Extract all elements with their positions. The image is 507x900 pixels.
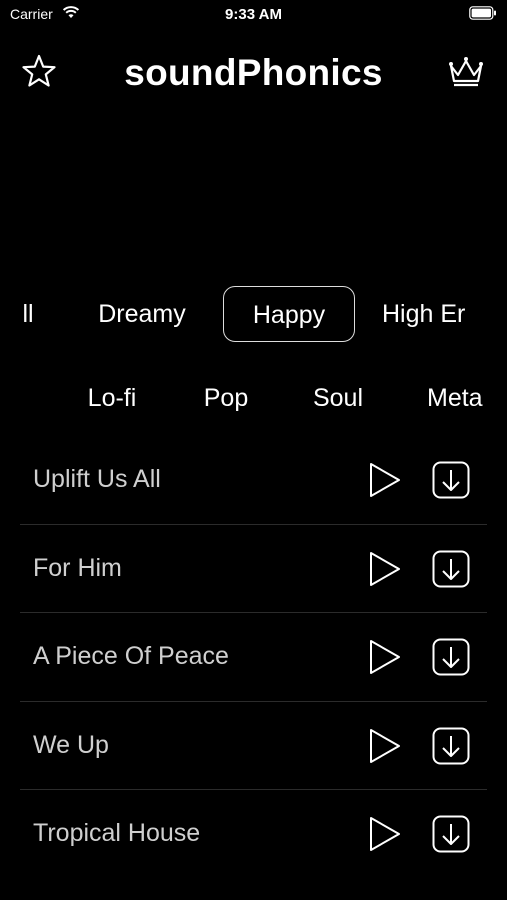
status-bar: Carrier 9:33 AM (0, 0, 507, 28)
track-title: For Him (33, 553, 122, 582)
track-title: Tropical House (33, 819, 201, 847)
app-header: soundPhonics (0, 44, 507, 100)
download-icon[interactable] (432, 550, 470, 593)
genre-chip[interactable]: Meta (427, 370, 507, 426)
track-row[interactable]: Uplift Us All (20, 436, 487, 525)
genre-chip[interactable]: Lo-fi (62, 370, 162, 426)
battery-icon (469, 6, 497, 25)
play-icon[interactable] (368, 551, 402, 592)
status-time: 9:33 AM (225, 6, 282, 23)
genre-chip-selected[interactable]: Happy (223, 286, 355, 342)
play-icon[interactable] (368, 462, 402, 503)
play-icon[interactable] (368, 728, 402, 769)
download-icon[interactable] (432, 638, 470, 681)
genre-chip[interactable]: High Er (382, 286, 492, 342)
genre-chip[interactable]: ll (10, 286, 46, 342)
play-icon[interactable] (368, 639, 402, 680)
download-icon[interactable] (432, 461, 470, 504)
track-row[interactable]: Tropical House (20, 790, 487, 878)
track-list: Uplift Us All For Him A Piece Of Peace W… (20, 436, 487, 878)
genre-chip[interactable]: Pop (180, 370, 272, 426)
play-icon[interactable] (368, 816, 402, 857)
download-icon[interactable] (432, 727, 470, 770)
track-row[interactable]: For Him (20, 525, 487, 613)
track-row[interactable]: We Up (20, 702, 487, 790)
track-title: A Piece Of Peace (33, 642, 229, 670)
download-icon[interactable] (432, 815, 470, 858)
genre-row-2: Lo-fi Pop Soul Meta (0, 370, 507, 430)
track-row[interactable]: A Piece Of Peace (20, 613, 487, 702)
genre-row-1: ll Dreamy Happy High Er (0, 286, 507, 346)
crown-icon[interactable] (447, 54, 485, 93)
track-title: We Up (33, 730, 109, 759)
genre-chip[interactable]: Dreamy (82, 286, 202, 342)
genre-chip[interactable]: Soul (290, 370, 386, 426)
app-title: soundPhonics (124, 52, 383, 93)
track-title: Uplift Us All (33, 465, 161, 493)
